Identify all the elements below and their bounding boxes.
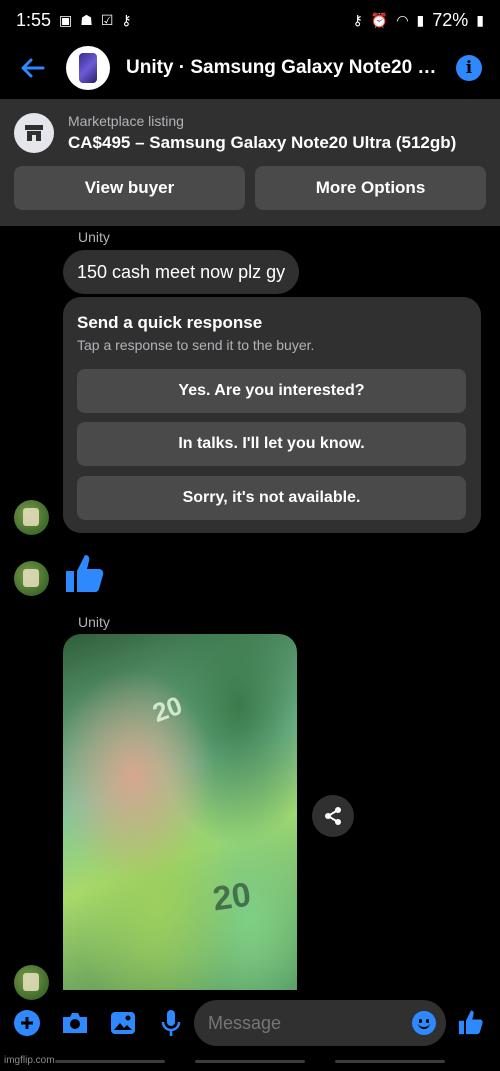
nav-home[interactable] (195, 1060, 305, 1063)
message-composer (0, 999, 500, 1047)
avatar[interactable] (14, 561, 49, 596)
sender-name: Unity (78, 229, 110, 245)
share-icon[interactable] (312, 795, 354, 837)
battery-icon: ▮ (476, 12, 484, 28)
back-arrow-icon[interactable] (18, 53, 48, 83)
quick-response-card: Send a quick response Tap a response to … (63, 297, 481, 533)
checkbox-icon: ☑ (100, 12, 114, 28)
quick-response-option[interactable]: Yes. Are you interested? (77, 369, 466, 413)
wifi-icon: ◠ (396, 12, 409, 28)
status-time: 1:55 (16, 9, 52, 30)
quick-response-option[interactable]: Sorry, it's not available. (77, 476, 466, 520)
notification-icon: ☗ (80, 12, 93, 28)
quick-response-title: Send a quick response (77, 313, 263, 332)
listing-avatar[interactable] (66, 46, 110, 90)
photo-note-value: 20 (148, 689, 187, 729)
message-bubble[interactable]: 150 cash meet now plz gy (63, 250, 300, 294)
photo-note-value: 20 (210, 875, 254, 919)
nav-recents[interactable] (55, 1060, 165, 1063)
plus-icon[interactable] (12, 1008, 42, 1038)
quick-response-option[interactable]: In talks. I'll let you know. (77, 422, 466, 466)
gallery-icon[interactable] (108, 1008, 138, 1038)
camera-icon[interactable] (60, 1008, 90, 1038)
system-nav-bar (0, 1056, 500, 1071)
marketplace-listing-banner: Marketplace listing CA$495 – Samsung Gal… (0, 99, 500, 226)
message-input[interactable] (194, 1000, 446, 1046)
vpn-key-icon: ⚷ (352, 12, 363, 28)
chat-header: Unity · Samsung Galaxy Note20 Ul... i (0, 40, 500, 96)
avatar[interactable] (14, 500, 49, 535)
chat-title[interactable]: Unity · Samsung Galaxy Note20 Ul... (126, 57, 441, 79)
status-bar: 1:55 ▣ ☗ ☑ ⚷ ⚷ ⏰ ◠ ▮ 72% ▮ (0, 0, 500, 40)
quick-response-subtitle: Tap a response to send it to the buyer. (77, 337, 315, 353)
listing-label: Marketplace listing (68, 113, 184, 129)
emoji-icon[interactable] (412, 1011, 436, 1035)
alarm-icon: ⏰ (370, 12, 389, 28)
listing-title[interactable]: CA$495 – Samsung Galaxy Note20 Ultra (51… (68, 133, 456, 153)
view-buyer-button[interactable]: View buyer (14, 166, 245, 210)
thumbs-up-icon[interactable] (62, 550, 108, 596)
battery-level: 72% (432, 9, 469, 30)
sender-name: Unity (78, 614, 110, 630)
info-icon[interactable]: i (456, 55, 482, 81)
cash-photo[interactable]: 20 20 (63, 634, 297, 990)
key-icon: ⚷ (121, 12, 132, 28)
signal-icon: ▮ (416, 12, 425, 28)
microphone-icon[interactable] (156, 1008, 186, 1038)
voicemail-icon: ▣ (59, 12, 73, 28)
nav-back[interactable] (335, 1060, 445, 1063)
store-icon (14, 113, 54, 153)
avatar[interactable] (14, 965, 49, 1000)
watermark: imgflip.com (4, 1055, 55, 1066)
more-options-button[interactable]: More Options (255, 166, 486, 210)
send-thumbs-up-icon[interactable] (456, 1007, 486, 1037)
